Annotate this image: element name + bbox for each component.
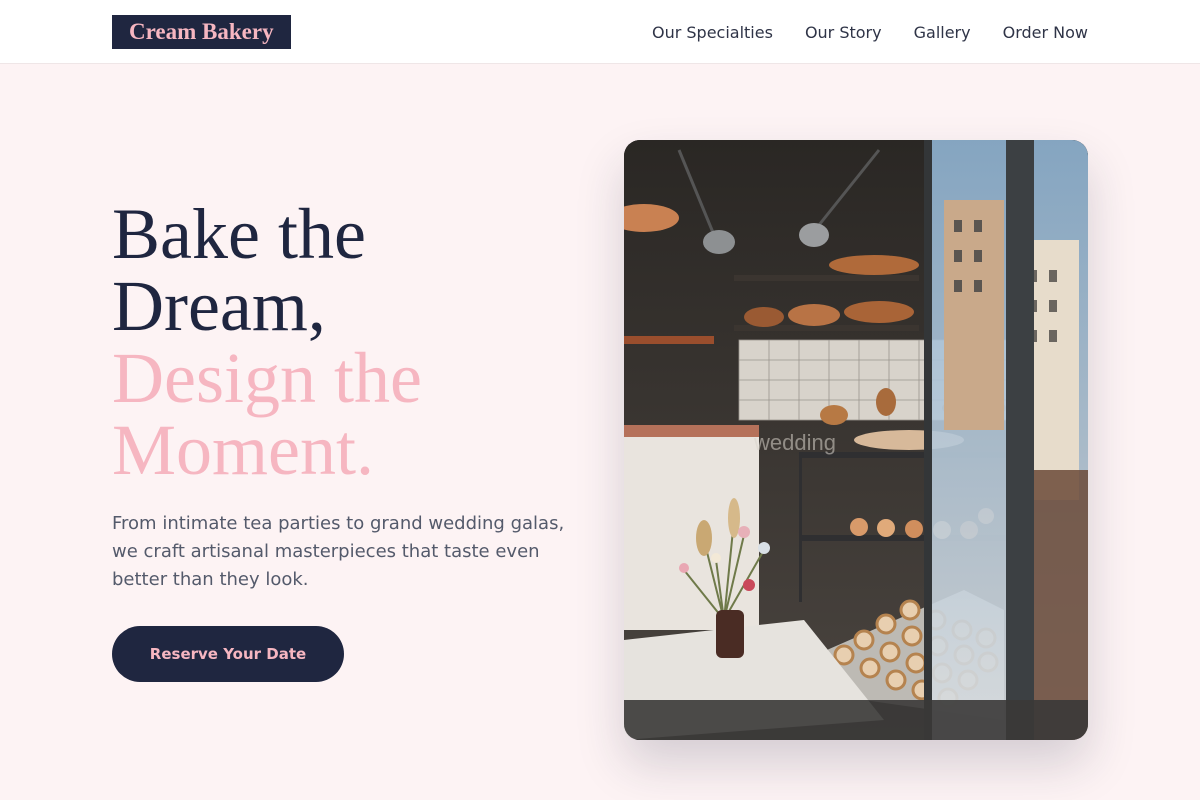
- window-frame-mullion: [1006, 140, 1034, 740]
- reserve-date-button[interactable]: Reserve Your Date: [112, 626, 344, 682]
- nav-link-order-now[interactable]: Order Now: [1003, 23, 1088, 42]
- bakery-window-illustration: wedding: [624, 140, 1088, 740]
- window-frame-left: [924, 140, 932, 740]
- hero-text: Bake the Dream, Design the Moment.: [112, 198, 582, 486]
- headline-line-2: Dream,: [112, 266, 326, 346]
- nav-link-gallery[interactable]: Gallery: [914, 23, 971, 42]
- nav-link-our-story[interactable]: Our Story: [805, 23, 882, 42]
- bakery-window-photo: wedding: [624, 140, 1088, 740]
- main-nav: Our Specialties Our Story Gallery Order …: [652, 0, 1088, 64]
- window-sill: [624, 700, 1088, 740]
- headline-line-4: Moment.: [112, 410, 374, 490]
- hero-headline: Bake the Dream, Design the Moment.: [112, 198, 582, 486]
- nav-link-our-specialties[interactable]: Our Specialties: [652, 23, 773, 42]
- hero-subtext: From intimate tea parties to grand weddi…: [112, 513, 565, 590]
- site-header: Cream Bakery Our Specialties Our Story G…: [0, 0, 1200, 64]
- headline-line-3: Design the: [112, 338, 422, 418]
- brand-logo[interactable]: Cream Bakery: [112, 15, 291, 49]
- window-lettering: wedding: [753, 430, 836, 455]
- headline-line-1: Bake the: [112, 194, 366, 274]
